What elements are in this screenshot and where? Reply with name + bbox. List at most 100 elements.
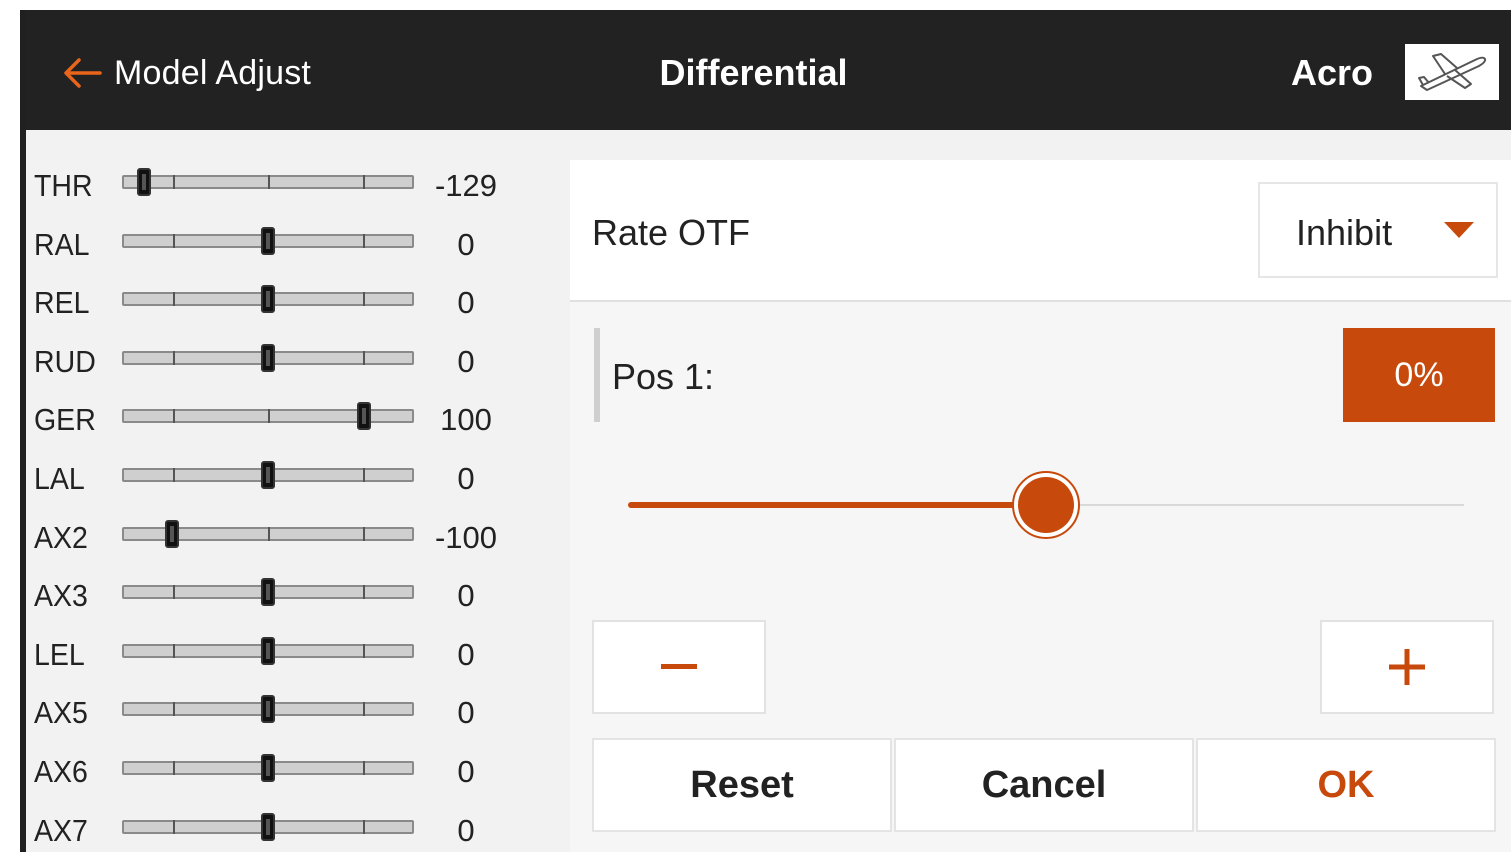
channel-bar-tick xyxy=(363,761,366,775)
slider-knob[interactable] xyxy=(1012,471,1080,539)
channel-label: AX2 xyxy=(34,519,88,555)
channel-row: AX5 0 xyxy=(26,685,566,743)
channel-bar xyxy=(122,168,414,196)
position-marker xyxy=(594,328,600,422)
rate-otf-label: Rate OTF xyxy=(592,212,751,253)
differential-slider[interactable] xyxy=(628,470,1464,540)
channel-bar-tick xyxy=(363,233,366,248)
channel-label: REL xyxy=(34,285,90,321)
channel-bar-tick xyxy=(363,468,366,482)
channel-value: 0 xyxy=(457,754,475,789)
plus-icon xyxy=(1389,649,1425,685)
channel-bar-tick xyxy=(172,468,175,482)
channel-bar xyxy=(122,461,414,489)
rate-otf-value: Inhibit xyxy=(1296,212,1393,253)
differential-panel: Rate OTF Inhibit Pos 1: 0% Reset Cancel … xyxy=(570,160,1511,852)
airplane-icon xyxy=(1418,53,1487,91)
channel-value: 0 xyxy=(457,226,475,262)
channel-row: GER 100 xyxy=(26,392,566,450)
channel-bar-tick xyxy=(363,643,366,658)
channel-bar-tick xyxy=(363,292,366,307)
channel-bar xyxy=(122,695,414,724)
rate-otf-row: Rate OTF Inhibit xyxy=(570,160,1511,302)
channel-bar-tick xyxy=(363,175,366,189)
rate-otf-dropdown[interactable]: Inhibit xyxy=(1258,182,1498,278)
channel-bar xyxy=(122,812,414,841)
action-bar: Reset Cancel OK xyxy=(592,738,1496,832)
channel-bar-tick xyxy=(172,643,175,658)
model-name[interactable]: Acro xyxy=(1291,52,1373,94)
ok-button[interactable]: OK xyxy=(1196,738,1496,832)
channel-bar-tick xyxy=(172,175,175,189)
channel-label: AX7 xyxy=(34,812,88,848)
channel-bar-indicator xyxy=(261,226,275,255)
channel-label: AX3 xyxy=(34,578,88,614)
decrement-button[interactable] xyxy=(592,620,766,714)
channel-bar-indicator xyxy=(261,754,275,782)
channel-bar-tick xyxy=(172,702,175,717)
channel-value: 0 xyxy=(457,695,475,731)
channel-bar-indicator xyxy=(165,519,179,548)
channel-bar xyxy=(122,636,414,665)
channel-bar xyxy=(122,519,414,548)
channel-value: 0 xyxy=(457,636,475,672)
back-button[interactable]: Model Adjust xyxy=(62,48,311,98)
channel-bar xyxy=(122,343,414,372)
channel-row: LAL 0 xyxy=(26,451,566,509)
channel-bar xyxy=(122,578,414,607)
channel-bar-tick xyxy=(363,702,366,717)
channel-monitor: THR -129 RAL 0 REL 0 RUD 0 GER 100 LAL 0 AX2 -100 AX3 0… xyxy=(26,158,566,852)
channel-bar xyxy=(122,285,414,314)
channel-label: THR xyxy=(34,168,93,203)
channel-row: REL 0 xyxy=(26,275,566,333)
reset-button[interactable]: Reset xyxy=(592,738,892,832)
channel-value: 100 xyxy=(440,402,492,438)
increment-button[interactable] xyxy=(1320,620,1494,714)
channel-label: AX5 xyxy=(34,695,88,731)
channel-bar-indicator xyxy=(261,285,275,314)
channel-bar-tick xyxy=(363,819,366,834)
channel-row: LEL 0 xyxy=(26,627,566,685)
minus-icon xyxy=(661,664,697,669)
channel-bar xyxy=(122,402,414,431)
channel-row: AX3 0 xyxy=(26,568,566,626)
channel-bar-tick xyxy=(172,350,175,365)
back-label: Model Adjust xyxy=(114,53,312,92)
channel-bar-indicator xyxy=(261,812,275,841)
channel-value: 0 xyxy=(457,343,475,379)
model-type-button[interactable] xyxy=(1405,44,1499,100)
channel-bar-tick xyxy=(268,409,270,424)
channel-row: AX6 0 xyxy=(26,744,566,802)
channel-row: AX2 -100 xyxy=(26,510,566,568)
channel-label: RAL xyxy=(34,226,90,262)
channel-bar xyxy=(122,226,414,255)
channel-bar-tick xyxy=(172,585,175,600)
arrow-left-icon xyxy=(64,58,102,88)
channel-bar-tick xyxy=(172,819,175,834)
channel-bar-tick xyxy=(172,292,175,307)
channel-bar-indicator xyxy=(137,168,152,196)
slider-fill xyxy=(628,502,1046,508)
channel-value: 0 xyxy=(457,285,475,321)
top-bar: Model Adjust Differential Acro xyxy=(26,10,1511,130)
channel-label: LAL xyxy=(34,461,85,496)
channel-row: AX7 0 xyxy=(26,803,566,852)
channel-bar-tick xyxy=(172,233,175,248)
channel-label: LEL xyxy=(34,636,85,672)
position-label: Pos 1: xyxy=(612,356,715,397)
channel-bar-indicator xyxy=(261,461,275,489)
channel-label: GER xyxy=(34,402,96,438)
channel-bar-tick xyxy=(363,585,366,600)
channel-bar-tick xyxy=(268,526,270,541)
position-value-field[interactable]: 0% xyxy=(1343,328,1495,422)
channel-bar-indicator xyxy=(261,695,275,724)
cancel-button[interactable]: Cancel xyxy=(894,738,1194,832)
channel-bar-indicator xyxy=(357,402,371,431)
channel-label: AX6 xyxy=(34,754,88,789)
channel-value: 0 xyxy=(457,812,475,848)
chevron-down-icon xyxy=(1444,222,1474,238)
channel-bar-indicator xyxy=(261,343,275,372)
channel-bar-tick xyxy=(363,350,366,365)
content-area: THR -129 RAL 0 REL 0 RUD 0 GER 100 LAL 0 AX2 -100 AX3 0… xyxy=(26,130,1511,852)
channel-bar-tick xyxy=(172,761,175,775)
